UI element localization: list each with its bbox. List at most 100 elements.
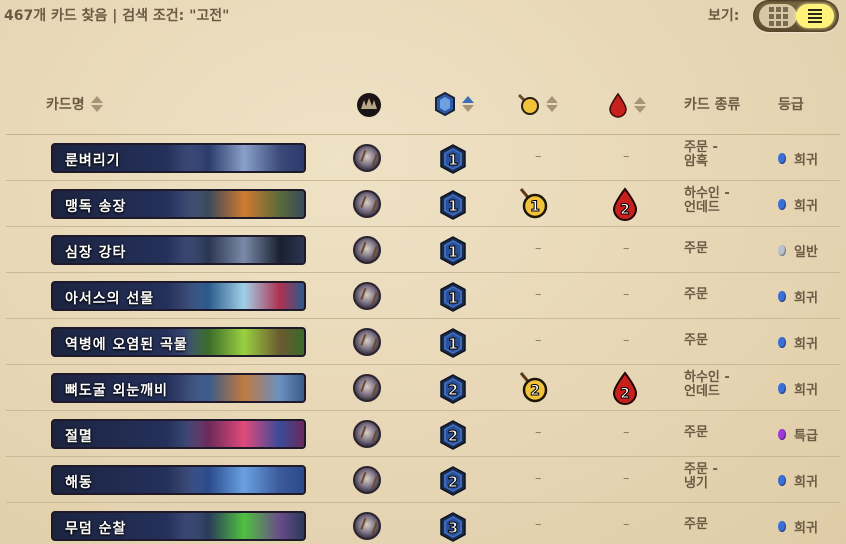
name-column-label: 카드명 xyxy=(46,97,85,113)
table-row[interactable]: 뼈도굴 외눈깨비 2 2 2 하수인 - 언데드 희귀 xyxy=(6,364,840,410)
card-art xyxy=(184,513,304,539)
card-name-banner[interactable]: 뼈도굴 외눈깨비 xyxy=(51,373,306,403)
list-view-button[interactable] xyxy=(796,4,834,28)
health-value: 2 xyxy=(620,202,630,218)
health-value: – xyxy=(623,471,630,486)
card-name-banner[interactable]: 맹독 송장 xyxy=(51,189,306,219)
table-row[interactable]: 맹독 송장 1 1 2 하수인 - 언데드 희귀 xyxy=(6,180,840,226)
sort-icon[interactable] xyxy=(546,96,558,112)
card-name-banner[interactable]: 심장 강타 xyxy=(51,235,306,265)
table-row[interactable]: 절멸 2 – – 주문 특급 xyxy=(6,410,840,456)
card-type: 주문 xyxy=(684,287,708,302)
attack-icon xyxy=(517,93,539,115)
card-name-banner[interactable]: 룬벼리기 xyxy=(51,143,306,173)
attack-value: – xyxy=(535,333,542,348)
mana-cost: 1 xyxy=(448,335,458,353)
rarity-label: 희귀 xyxy=(794,475,818,490)
result-summary: 467개 카드 찾음 | 검색 조건: "고전" xyxy=(4,8,230,24)
card-name: 심장 강타 xyxy=(65,245,127,261)
table-header: 카드명 카드 종류 등급 xyxy=(0,80,846,130)
rarity-gem-icon xyxy=(778,521,786,532)
rarity: 희귀 xyxy=(778,471,818,490)
card-name: 뼈도굴 외눈깨비 xyxy=(65,383,169,399)
card-art xyxy=(184,375,304,401)
rarity: 희귀 xyxy=(778,517,818,536)
card-art xyxy=(184,191,304,217)
health-column-header[interactable] xyxy=(608,92,646,118)
class-column-header[interactable] xyxy=(356,92,382,118)
rarity-label: 희귀 xyxy=(794,291,818,306)
card-name: 맹독 송장 xyxy=(65,199,127,215)
table-row[interactable]: 해동 2 – – 주문 - 냉기 희귀 xyxy=(6,456,840,502)
attack-value: 1 xyxy=(530,199,540,215)
rarity: 특급 xyxy=(778,425,818,444)
mana-cost-badge: 2 xyxy=(439,374,466,404)
sort-icon[interactable] xyxy=(634,97,646,113)
health-value: – xyxy=(623,287,630,302)
mana-cost: 1 xyxy=(448,289,458,307)
card-art xyxy=(184,145,304,171)
mana-cost: 2 xyxy=(448,381,458,399)
card-type: 주문 xyxy=(684,241,708,256)
card-type: 주문 xyxy=(684,517,708,532)
view-toggle[interactable] xyxy=(753,0,839,32)
table-row[interactable]: 무덤 순찰 3 – – 주문 희귀 xyxy=(6,502,840,544)
mana-cost-badge: 1 xyxy=(439,282,466,312)
card-list: 룬벼리기 1 – – 주문 - 암흑 희귀 맹독 송장 1 1 2 하수인 - … xyxy=(6,134,840,544)
sort-icon[interactable] xyxy=(90,96,103,112)
attack-column-header[interactable] xyxy=(516,92,558,116)
attack-value: – xyxy=(535,149,542,164)
mana-cost: 1 xyxy=(448,151,458,169)
card-art xyxy=(184,283,304,309)
card-name: 무덤 순찰 xyxy=(65,521,127,537)
health-badge: 2 xyxy=(610,187,640,221)
rarity-column-header[interactable]: 등급 xyxy=(778,94,804,114)
grid-view-button[interactable] xyxy=(759,4,797,28)
attack-value: 2 xyxy=(530,383,540,399)
rarity-gem-icon xyxy=(778,245,786,256)
card-type: 주문 xyxy=(684,333,708,348)
rarity: 희귀 xyxy=(778,287,818,306)
mana-cost-badge: 1 xyxy=(439,190,466,220)
health-value: – xyxy=(623,241,630,256)
rarity: 희귀 xyxy=(778,195,818,214)
health-value: 2 xyxy=(620,386,630,402)
table-row[interactable]: 심장 강타 1 – – 주문 일반 xyxy=(6,226,840,272)
class-icon xyxy=(353,420,381,448)
attack-badge: 1 xyxy=(518,187,548,221)
card-name-banner[interactable]: 무덤 순찰 xyxy=(51,511,306,541)
card-art xyxy=(184,467,304,493)
rarity: 희귀 xyxy=(778,379,818,398)
card-name-banner[interactable]: 역병에 오염된 곡물 xyxy=(51,327,306,357)
card-name-banner[interactable]: 절멸 xyxy=(51,419,306,449)
card-name-banner[interactable]: 아서스의 선물 xyxy=(51,281,306,311)
rarity-label: 희귀 xyxy=(794,199,818,214)
mana-cost: 2 xyxy=(448,427,458,445)
rarity: 일반 xyxy=(778,241,818,260)
health-value: – xyxy=(623,425,630,440)
card-type: 주문 xyxy=(684,425,708,440)
rarity: 희귀 xyxy=(778,333,818,352)
rarity-label: 일반 xyxy=(794,245,818,260)
sort-icon[interactable] xyxy=(462,96,474,112)
attack-value: – xyxy=(535,287,542,302)
mana-cost: 1 xyxy=(448,197,458,215)
cost-column-header[interactable] xyxy=(434,92,474,116)
table-row[interactable]: 역병에 오염된 곡물 1 – – 주문 희귀 xyxy=(6,318,840,364)
rarity-gem-icon xyxy=(778,475,786,486)
name-column-header[interactable]: 카드명 xyxy=(46,94,103,114)
mana-cost-badge: 1 xyxy=(439,144,466,174)
rarity-label: 희귀 xyxy=(794,521,818,536)
card-art xyxy=(184,421,304,447)
health-value: – xyxy=(623,333,630,348)
card-name-banner[interactable]: 해동 xyxy=(51,465,306,495)
class-icon xyxy=(353,236,381,264)
mana-cost-badge: 1 xyxy=(439,328,466,358)
type-column-header[interactable]: 카드 종류 xyxy=(684,94,740,114)
table-row[interactable]: 아서스의 선물 1 – – 주문 희귀 xyxy=(6,272,840,318)
rarity-gem-icon xyxy=(778,337,786,348)
card-type: 주문 - 암흑 xyxy=(684,140,718,169)
class-icon xyxy=(353,282,381,310)
table-row[interactable]: 룬벼리기 1 – – 주문 - 암흑 희귀 xyxy=(6,134,840,180)
class-icon xyxy=(353,144,381,172)
